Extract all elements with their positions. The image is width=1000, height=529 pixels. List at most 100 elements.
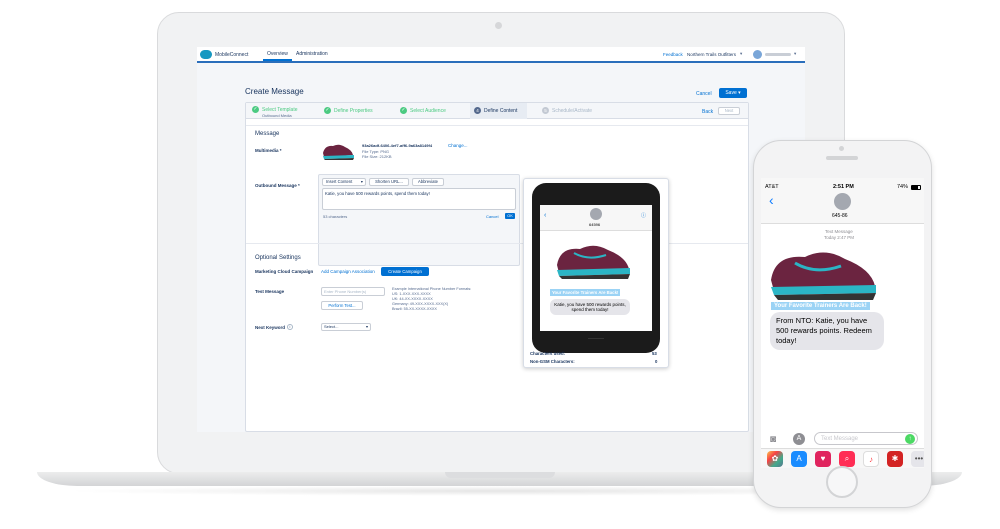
info-icon[interactable]: i: [287, 324, 293, 330]
step-number: 4: [474, 107, 481, 115]
camera-icon[interactable]: ◙: [770, 434, 776, 445]
message-banner: Your Favorite Trainers Are Back!: [771, 302, 870, 310]
tab-administration[interactable]: Administration: [292, 47, 332, 61]
insert-content-button[interactable]: Insert Content ▾: [322, 178, 366, 186]
iphone-screen: AT&T 2:51 PM 74% ‹ 645-86 Text Message T…: [761, 178, 924, 468]
phone-number-input[interactable]: Enter Phone Number(s): [321, 287, 385, 296]
preview-contact-header: ‹ ⓘ 64596: [540, 205, 652, 231]
characters-used-label: Characters used:: [530, 351, 566, 356]
page-title: Create Message: [245, 87, 304, 96]
back-button[interactable]: Back: [702, 109, 713, 115]
step-define-content[interactable]: 4 Define Content: [470, 103, 528, 119]
abbreviate-button[interactable]: Abbreviate: [412, 178, 444, 186]
feedback-link[interactable]: Feedback: [663, 52, 683, 57]
chevron-down-icon: ▾: [360, 179, 363, 184]
back-chevron-icon[interactable]: ‹: [544, 212, 546, 219]
add-campaign-association-link[interactable]: Add Campaign Association: [321, 269, 375, 274]
step-select-audience[interactable]: ✓ Select Audience: [400, 103, 446, 119]
app-store-icon[interactable]: A: [793, 433, 805, 445]
contact-number: 645-86: [832, 213, 848, 219]
keyword-select[interactable]: Select... ▾: [321, 323, 371, 331]
photos-icon[interactable]: ✿: [767, 451, 783, 467]
messages-header: AT&T 2:51 PM 74% ‹ 645-86: [761, 178, 924, 224]
user-name-blurred: [765, 53, 791, 56]
message-editor: Insert Content ▾ Shorten URL... Abbrevia…: [318, 174, 520, 266]
next-button[interactable]: Next: [718, 107, 740, 115]
editor-cancel-link[interactable]: Cancel: [486, 214, 498, 219]
status-time: 2:51 PM: [833, 184, 854, 190]
message-section-title: Message: [255, 131, 280, 137]
send-icon[interactable]: ↑: [905, 434, 915, 444]
step-label: Schedule/Activate: [552, 108, 593, 114]
app-store-icon[interactable]: A: [791, 451, 807, 467]
check-icon: ✓: [324, 107, 331, 115]
chevron-down-icon[interactable]: ▾: [740, 51, 742, 57]
optional-settings-title: Optional Settings: [255, 255, 301, 261]
sms-preview-popover: ‹ ⓘ 64596 Your Favorite Trainers Are Bac…: [523, 178, 669, 368]
app-drawer: ✿ A ♥ ⌕ ♪ ✱ •••: [761, 448, 924, 468]
yelp-icon[interactable]: ✱: [887, 451, 903, 467]
heart-icon[interactable]: ♥: [815, 451, 831, 467]
marketing-cloud-campaign-label: Marketing Cloud Campaign: [255, 269, 314, 274]
search-icon[interactable]: ⌕: [839, 451, 855, 467]
tab-overview[interactable]: Overview: [263, 47, 292, 61]
step-number: 5: [542, 107, 549, 115]
perform-test-button[interactable]: Perform Test...: [321, 301, 363, 310]
more-icon[interactable]: •••: [911, 451, 924, 467]
save-button[interactable]: Save ▾: [719, 88, 747, 98]
file-size: File Size: 212KB: [362, 154, 392, 159]
preview-phone-frame: ‹ ⓘ 64596 Your Favorite Trainers Are Bac…: [532, 183, 660, 353]
back-chevron-icon[interactable]: ‹: [769, 192, 774, 208]
non-gsm-label: Non-GSM Characters:: [530, 359, 575, 364]
step-sub-label: Outbound Media: [262, 113, 292, 118]
outbound-message-label: Outbound Message *: [255, 183, 300, 188]
progress-path: ✓ Select Template Outbound Media ✓ Define …: [246, 103, 748, 119]
preview-banner: Your Favorite Trainers Are Back!: [550, 289, 621, 296]
laptop-notch: [445, 472, 555, 478]
message-textarea[interactable]: Katie, you have 500 rewards points, spen…: [322, 188, 516, 210]
info-icon[interactable]: ⓘ: [641, 212, 646, 219]
save-label: Save: [725, 90, 737, 96]
non-gsm-value: 0: [655, 359, 658, 364]
file-name: 93a26adf-6406-4ef7-aff6-9a63a8149f4: [362, 143, 433, 148]
step-schedule-activate[interactable]: 5 Schedule/Activate: [542, 103, 592, 119]
contact-avatar-icon: [590, 208, 602, 220]
check-icon: ✓: [400, 107, 407, 115]
front-camera: [839, 146, 844, 151]
divider: [246, 243, 748, 244]
select-value: Select...: [324, 324, 339, 329]
check-icon: ✓: [252, 106, 259, 113]
app-name: MobileConnect: [215, 52, 249, 58]
main-card: ✓ Select Template Outbound Media ✓ Define …: [245, 102, 749, 432]
message-type-label: Text Message: [825, 229, 853, 234]
step-select-template[interactable]: ✓ Select Template Outbound Media: [252, 106, 297, 122]
change-link[interactable]: Change...: [448, 143, 468, 148]
multimedia-label: Multimedia *: [255, 148, 282, 153]
step-label: Define Content: [484, 108, 518, 114]
app-header: MobileConnect Overview Administration Fe…: [197, 47, 805, 63]
incoming-message-bubble: From NTO: Katie, you have 500 rewards po…: [770, 312, 884, 350]
editor-ok-button[interactable]: OK: [505, 213, 515, 219]
shorten-url-button[interactable]: Shorten URL...: [369, 178, 409, 186]
divider: [246, 125, 748, 126]
battery-percent: 74%: [897, 184, 909, 190]
cancel-link[interactable]: Cancel: [696, 91, 712, 97]
insert-content-label: Insert Content: [326, 179, 353, 184]
account-switcher[interactable]: Northern Trails Outfitters: [687, 52, 736, 57]
step-label: Select Audience: [410, 108, 446, 114]
laptop-screen: MobileConnect Overview Administration Fe…: [197, 47, 805, 432]
next-keyword-label: Next Keyword: [255, 325, 286, 330]
music-icon[interactable]: ♪: [863, 451, 879, 467]
avatar[interactable]: [753, 50, 762, 59]
message-input[interactable]: Text Message ↑: [814, 432, 918, 445]
format-line: Brazil: 55-XX-XXXX-XXXX: [392, 307, 437, 311]
earpiece-speaker: [826, 156, 858, 160]
step-label: Define Properties: [334, 108, 373, 114]
shoe-image: [771, 252, 876, 300]
character-count: 53 characters: [323, 214, 348, 219]
step-define-properties[interactable]: ✓ Define Properties: [324, 103, 373, 119]
shoe-image: [557, 245, 630, 279]
home-button[interactable]: [826, 466, 858, 498]
create-campaign-button[interactable]: Create Campaign: [381, 267, 429, 276]
chevron-down-icon[interactable]: ▾: [794, 51, 796, 57]
